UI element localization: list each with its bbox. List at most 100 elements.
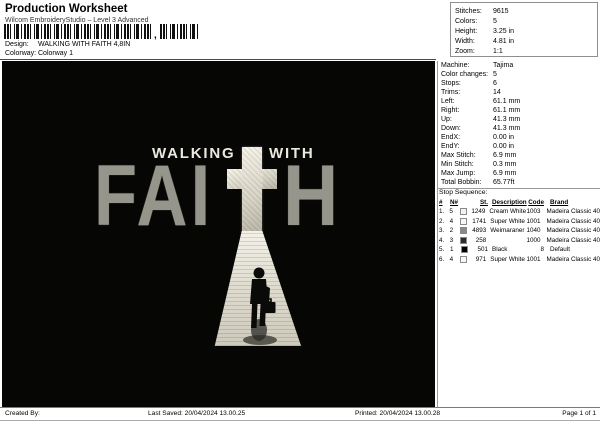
machine-info-label: Down: [441, 125, 461, 133]
machine-info-label: EndY: [441, 142, 460, 150]
row-code: 1001 [526, 255, 541, 263]
row-description: Super White [490, 217, 525, 225]
machine-info-label: Left: [441, 98, 455, 106]
barcode-comma: , [154, 30, 157, 41]
row-brand: Madeira Classic 40 [546, 236, 600, 244]
machine-info-list: Machine: Tajima Color changes: 5 Stops: … [441, 62, 599, 187]
row-num: 2. [439, 217, 445, 225]
stop-sequence-row: 4. 3 258 1000 Madeira Classic 40 [439, 236, 600, 246]
machine-info-value: 61.1 mm [493, 98, 521, 106]
col-header-brand: Brand [550, 199, 569, 206]
stats-row: Colors: 5 [455, 16, 597, 26]
machine-info-label: Machine: [441, 62, 470, 70]
stats-label: Colors: [455, 17, 478, 25]
machine-info-row: Total Bobbin: 65.77ft [441, 178, 599, 187]
machine-info-value: 61.1 mm [493, 107, 521, 115]
machine-info-value: 0.00 in [493, 142, 515, 150]
thread-color-swatch [460, 227, 468, 235]
design-name-row: Design: WALKING WITH FAITH 4,8IN [5, 41, 130, 48]
machine-info-value: Tajima [493, 62, 514, 70]
design-stats-box: Stitches: 9615 Colors: 5 Height: 3.25 in… [450, 2, 598, 57]
row-brand: Madeira Classic 40 [546, 227, 600, 235]
stop-sequence-row: 6. 4 971 Super White 1001 Madeira Classi… [439, 255, 600, 265]
machine-info-row: Min Stitch: 0.3 mm [441, 160, 599, 169]
machine-info-row: Trims: 14 [441, 88, 599, 97]
row-brand: Madeira Classic 40 [546, 217, 600, 225]
colorway-label: Colorway: [5, 50, 37, 57]
machine-info-value: 5 [493, 71, 497, 79]
thread-color-swatch [459, 208, 467, 216]
stop-sequence-row: 5. 1 501 Black 8 Default [439, 245, 600, 255]
row-needle: 4 [449, 217, 454, 225]
row-description: Black [492, 246, 508, 254]
stop-sequence-row: 1. 5 1249 Cream White 1003 Madeira Class… [439, 207, 600, 217]
stop-sequence-row: 2. 4 1741 Super White 1001 Madeira Class… [439, 217, 600, 227]
colorway-row: Colorway: Colorway 1 [5, 50, 73, 57]
machine-info-label: EndX: [441, 133, 461, 141]
colorway-value: Colorway 1 [38, 50, 74, 57]
stop-sequence-rows: 1. 5 1249 Cream White 1003 Madeira Class… [439, 207, 600, 264]
row-code: 8 [540, 246, 544, 254]
stats-value: 3.25 in [493, 27, 515, 35]
row-num: 6. [439, 255, 445, 263]
row-stitches: 501 [477, 246, 488, 254]
machine-info-row: Left: 61.1 mm [441, 97, 599, 106]
row-code: 1001 [526, 217, 541, 225]
printed-text: Printed: 20/04/2024 13.00.28 [355, 409, 441, 417]
faith-letters-fai: FAI [94, 148, 214, 244]
row-code: 1040 [526, 227, 541, 235]
machine-info-value: 14 [493, 89, 501, 97]
machine-info-row: Max Jump: 6.9 mm [441, 169, 599, 178]
stats-label: Width: [455, 37, 475, 45]
thread-swatch-cell [460, 217, 470, 225]
row-brand: Default [550, 246, 570, 254]
barcode-segment-2 [159, 24, 198, 39]
machine-info-row: Right: 61.1 mm [441, 106, 599, 115]
row-code: 1003 [526, 208, 541, 216]
row-num: 3. [439, 227, 445, 235]
design-preview-canvas: WALKING WITH FAI H [2, 61, 435, 407]
row-stitches: 971 [475, 255, 487, 263]
thread-swatch-cell [459, 208, 469, 216]
cross-icon [242, 147, 262, 233]
row-stitches: 4893 [472, 227, 487, 235]
col-header-description: Description [492, 199, 527, 206]
machine-info-label: Total Bobbin: [441, 178, 482, 186]
row-description: Super White [490, 255, 525, 263]
thread-color-swatch [461, 246, 468, 254]
stats-value: 1:1 [493, 47, 503, 55]
machine-info-value: 6 [493, 80, 497, 88]
faith-letter-h: H [283, 148, 339, 244]
machine-info-label: Stops: [441, 80, 461, 88]
col-header-num: # [439, 199, 443, 206]
last-saved-text: Last Saved: 20/04/2024 13.00.25 [148, 409, 246, 417]
row-brand: Madeira Classic 40 [546, 255, 600, 263]
production-worksheet-page: Production Worksheet Wilcom EmbroiderySt… [0, 0, 600, 424]
machine-info-label: Max Stitch: [441, 151, 476, 159]
barcode-segment-1 [4, 24, 151, 39]
col-header-stitches: St. [479, 199, 488, 206]
machine-info-row: Color changes: 5 [441, 70, 599, 79]
design-barcode: , [4, 24, 198, 41]
thread-color-swatch [460, 217, 468, 225]
panel-left-border [437, 61, 438, 407]
page-title: Production Worksheet [5, 3, 128, 15]
machine-info-value: 41.3 mm [493, 116, 521, 124]
machine-info-value: 41.3 mm [493, 125, 521, 133]
footer-top-line [0, 407, 600, 408]
stats-value: 5 [493, 17, 497, 25]
stop-sequence-row: 3. 2 4893 Weimaraner 1040 Madeira Classi… [439, 226, 600, 236]
app-version-subtitle: Wilcom EmbroideryStudio – Level 3 Advanc… [5, 16, 149, 24]
thread-color-swatch [460, 236, 468, 244]
stats-label: Zoom: [455, 47, 475, 55]
row-needle: 4 [449, 255, 454, 263]
machine-info-row: Machine: Tajima [441, 62, 599, 71]
row-brand: Madeira Classic 40 [546, 208, 600, 216]
row-description: Weimaraner [490, 227, 525, 235]
machine-info-label: Up: [441, 116, 452, 124]
design-value: WALKING WITH FAITH 4,8IN [38, 41, 131, 48]
stop-sequence-header: # N# St. Description Code Brand [439, 198, 600, 207]
machine-info-row: Stops: 6 [441, 79, 599, 88]
row-description: Cream White [489, 208, 527, 216]
row-needle: 1 [450, 246, 454, 254]
